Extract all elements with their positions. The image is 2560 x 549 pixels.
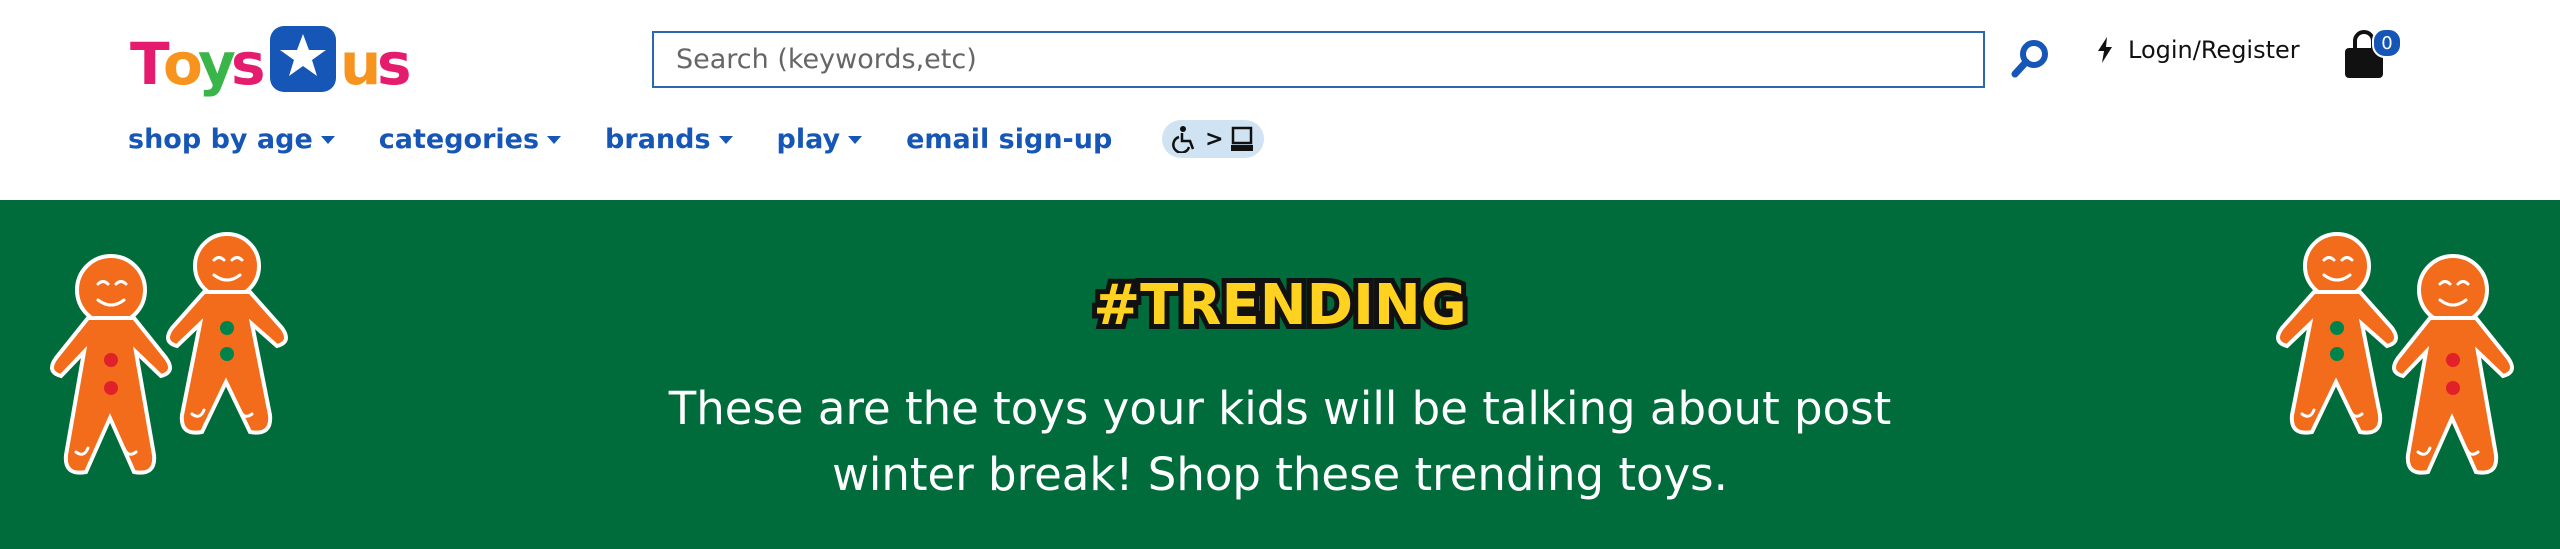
wheelchair-icon <box>1172 126 1195 153</box>
search-input[interactable] <box>674 32 1983 87</box>
search-icon <box>2011 40 2048 78</box>
trending-banner: #TRENDING These are the toys your kids w… <box>0 200 2560 549</box>
nav-label: shop by age <box>128 123 313 155</box>
screen-reader-icon <box>1231 126 1254 151</box>
nav-label: play <box>776 123 841 155</box>
site-header: T o y s u s Login/Register 0 <box>0 0 2560 200</box>
nav-email-signup[interactable]: email sign-up <box>906 124 1112 155</box>
nav-label: categories <box>378 123 540 155</box>
nav-play[interactable]: play <box>777 124 863 155</box>
nav-categories[interactable]: categories <box>378 123 562 155</box>
accessibility-button[interactable]: > <box>1162 120 1265 158</box>
bolt-icon <box>2098 37 2112 63</box>
trending-headline-text: #TRENDING <box>1093 273 1467 338</box>
main-nav: shop by age categories brands play email… <box>128 116 1265 162</box>
svg-text:u: u <box>340 30 381 98</box>
accessibility-separator: > <box>1205 126 1224 152</box>
search-bar <box>652 31 1985 88</box>
svg-text:o: o <box>163 30 203 98</box>
trending-headline: #TRENDING <box>1060 266 1500 346</box>
caret-down-icon <box>718 136 733 144</box>
banner-line-2: winter break! Shop these trending toys. <box>832 448 1728 501</box>
nav-label: email sign-up <box>906 123 1113 155</box>
caret-down-icon <box>848 136 863 144</box>
search-button[interactable] <box>2009 36 2053 80</box>
svg-text:s: s <box>377 30 412 98</box>
trending-headline-graphic: #TRENDING <box>1088 268 1472 343</box>
gingerbread-man-icon <box>166 232 288 435</box>
svg-text:s: s <box>231 30 266 98</box>
cart-count-badge: 0 <box>2372 28 2402 58</box>
logo-graphic: T o y s u s <box>130 26 412 98</box>
nav-label: brands <box>605 123 711 155</box>
caret-down-icon <box>547 136 562 144</box>
banner-line-1: These are the toys your kids will be tal… <box>668 382 1892 435</box>
login-register-label: Login/Register <box>2128 36 2300 64</box>
banner-description: These are the toys your kids will be tal… <box>580 376 1980 508</box>
nav-brands[interactable]: brands <box>605 123 733 155</box>
caret-down-icon <box>320 136 335 144</box>
toysrus-logo[interactable]: T o y s u s <box>130 22 415 100</box>
gingerbread-man-icon <box>2392 254 2514 475</box>
login-register-link[interactable]: Login/Register <box>2096 30 2300 70</box>
nav-shop-by-age[interactable]: shop by age <box>128 124 335 155</box>
cart-button[interactable]: 0 <box>2342 26 2402 82</box>
